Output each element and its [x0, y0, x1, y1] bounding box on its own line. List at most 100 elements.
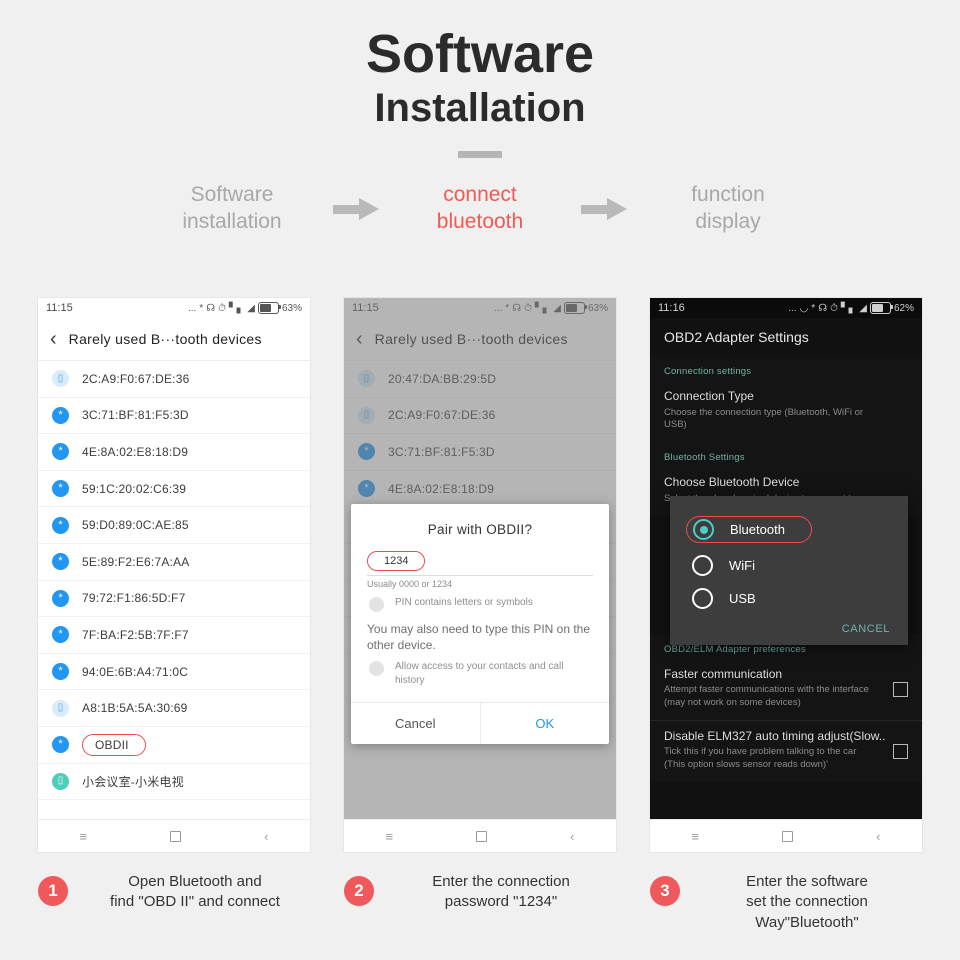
phone3-statusbar: 11:16 ... ◡ * ☊ ⏱ ▘▖ ◢ 62%: [650, 298, 922, 318]
phone3-status-icons: ... ◡ * ☊ ⏱ ▘▖ ◢ 62%: [788, 302, 914, 314]
phone-icon: ▯: [52, 370, 69, 388]
phone2-navbar: ≡ ‹: [344, 819, 616, 852]
section-header: Connection settings: [664, 366, 752, 377]
caption-2-line1: Enter the connection: [432, 873, 570, 890]
flow-step-1-line1: Software: [190, 182, 274, 206]
radio-option-usb[interactable]: USB: [670, 582, 908, 615]
phone1-appbar: ‹ Rarely used B···tooth devices: [38, 318, 310, 361]
pin-symbols-checkbox-row[interactable]: PIN contains letters or symbols: [369, 596, 593, 612]
phone1-status-icons: ... * ☊ ⏱ ▘▖ ◢ 63%: [188, 302, 302, 314]
flow-step-2-line2: bluetooth: [436, 209, 524, 233]
table-row[interactable]: ▯ 2C:A9:F0:67:DE:36: [38, 361, 310, 398]
caption-1-line1: Open Bluetooth and: [128, 873, 262, 890]
chevron-left-icon[interactable]: ‹: [50, 329, 57, 349]
table-row-obdii[interactable]: * OBDII: [38, 726, 310, 764]
back-chevron-icon[interactable]: ‹: [264, 829, 268, 844]
home-square-icon[interactable]: [476, 830, 488, 842]
menu-icon[interactable]: ≡: [692, 829, 700, 844]
device-name: A8:1B:5A:5A:30:69: [82, 701, 188, 716]
back-chevron-icon[interactable]: ‹: [570, 829, 574, 844]
pin-hint: Usually 0000 or 1234: [367, 579, 453, 589]
alarm-icon: ⏱: [830, 302, 838, 314]
ok-button[interactable]: OK: [479, 703, 610, 745]
checkbox-icon[interactable]: [893, 682, 908, 698]
radio-label: Bluetooth: [730, 522, 785, 537]
setting-faster-communication[interactable]: Faster communication Attempt faster comm…: [650, 658, 922, 720]
pin-input[interactable]: 1234: [367, 551, 426, 571]
setting-title: Choose Bluetooth Device: [664, 475, 800, 490]
mute-icon: ☊: [206, 302, 216, 314]
phone3-battery-pct: 62%: [893, 302, 914, 314]
phone1-clock: 11:15: [46, 302, 73, 314]
flow-step-3-line2: display: [695, 209, 761, 233]
phone-screenshot-1: 11:15 ... * ☊ ⏱ ▘▖ ◢ 63% ‹ Rarely used B…: [38, 298, 310, 852]
device-name-highlighted: OBDII: [82, 733, 146, 756]
connection-type-dialog: Bluetooth WiFi USB CANCEL: [670, 496, 908, 645]
section-header: Bluetooth Settings: [664, 452, 745, 464]
device-name: 59:1C:20:02:C6:39: [82, 481, 187, 496]
radio-unselected-icon[interactable]: [692, 555, 713, 576]
bluetooth-icon: *: [811, 302, 816, 314]
menu-icon[interactable]: ≡: [80, 829, 88, 844]
device-name: 79:72:F1:86:5D:F7: [82, 591, 186, 606]
checkbox-icon[interactable]: [369, 597, 384, 612]
phone-icon: ▯: [52, 699, 69, 717]
step-number-badge: 3: [650, 876, 680, 906]
contacts-access-checkbox-row[interactable]: Allow access to your contacts and call h…: [369, 660, 593, 687]
pair-dialog-note: You may also need to type this PIN on th…: [367, 622, 591, 653]
page-title: Software: [365, 24, 595, 84]
table-row[interactable]: * 94:0E:6B:A4:71:0C: [38, 653, 310, 691]
device-name: 5E:89:F2:E6:7A:AA: [82, 554, 190, 569]
signal-icon: ▘▖: [228, 302, 245, 314]
radio-option-bluetooth[interactable]: Bluetooth: [670, 510, 908, 549]
setting-title: Disable ELM327 auto timing adjust(Slow..: [664, 728, 886, 743]
radio-unselected-icon[interactable]: [692, 588, 713, 609]
table-row[interactable]: * 4E:8A:02:E8:18:D9: [38, 434, 310, 471]
caption-3: 3 Enter the software set the connection …: [650, 866, 922, 933]
menu-icon[interactable]: ≡: [386, 829, 394, 844]
table-row[interactable]: ▯ A8:1B:5A:5A:30:69: [38, 690, 310, 727]
flow-step-3: function display: [653, 182, 803, 236]
setting-connection-type[interactable]: Connection Type Choose the connection ty…: [650, 381, 922, 443]
device-name: 2C:A9:F0:67:DE:36: [82, 371, 190, 386]
device-name: 小会议室-小米电视: [82, 774, 184, 789]
caption-3-line2: set the connection: [746, 893, 868, 911]
setting-subtitle: Tick this if you have problem talking to…: [664, 746, 857, 771]
cancel-button[interactable]: Cancel: [351, 703, 480, 744]
page-header: Software Installation: [0, 0, 960, 158]
phone3-navbar: ≡ ‹: [650, 819, 922, 852]
table-row[interactable]: * 79:72:F1:86:5D:F7: [38, 580, 310, 618]
phone1-device-list: ▯ 2C:A9:F0:67:DE:36 * 3C:71:BF:81:F5:3D * 4…: [38, 361, 310, 801]
flow-step-2-line1: connect: [443, 182, 517, 206]
device-name: 4E:8A:02:E8:18:D9: [82, 444, 189, 459]
back-chevron-icon[interactable]: ‹: [876, 829, 880, 844]
dialog-cancel-button[interactable]: CANCEL: [670, 615, 908, 637]
phone-screenshot-2: 11:15 ... * ☊ ⏱ ▘▖ ◢ 63% ‹ Rarely used B…: [344, 298, 616, 852]
pin-field-wrapper[interactable]: 1234: [367, 551, 593, 576]
radio-selected-icon[interactable]: [693, 519, 714, 540]
setting-disable-elm327-timing[interactable]: Disable ELM327 auto timing adjust(Slow..…: [650, 719, 922, 783]
caption-text: Open Bluetooth and find "OBD II" and con…: [80, 872, 310, 913]
caption-2-line2: password "1234": [444, 893, 558, 911]
table-row[interactable]: * 3C:71:BF:81:F5:3D: [38, 397, 310, 435]
table-row[interactable]: * 59:1C:20:02:C6:39: [38, 470, 310, 508]
battery-icon: [257, 302, 281, 314]
table-row[interactable]: * 7F:BA:F2:5B:7F:F7: [38, 617, 310, 654]
wifi-icon: ◢: [247, 302, 255, 314]
radio-option-wifi[interactable]: WiFi: [670, 549, 908, 582]
device-name: 59:D0:89:0C:AE:85: [82, 518, 189, 533]
step-number-badge: 2: [344, 876, 374, 906]
table-row[interactable]: * 5E:89:F2:E6:7A:AA: [38, 543, 310, 581]
signal-icon: ▘▖: [840, 302, 857, 314]
checkbox-icon[interactable]: [369, 661, 384, 677]
home-square-icon[interactable]: [782, 830, 794, 842]
table-row[interactable]: ▯ 小会议室-小米电视: [38, 763, 310, 801]
checkbox-icon[interactable]: [893, 744, 908, 760]
table-row[interactable]: * 59:D0:89:0C:AE:85: [38, 507, 310, 544]
screenshot-row: 11:15 ... * ☊ ⏱ ▘▖ ◢ 63% ‹ Rarely used B…: [0, 298, 960, 852]
home-square-icon[interactable]: [170, 830, 182, 842]
pair-dialog-title: Pair with OBDII?: [427, 522, 533, 537]
page-subtitle: Installation: [374, 85, 586, 130]
radio-label: WiFi: [729, 558, 755, 573]
section-bluetooth-settings: Bluetooth Settings: [650, 442, 922, 468]
